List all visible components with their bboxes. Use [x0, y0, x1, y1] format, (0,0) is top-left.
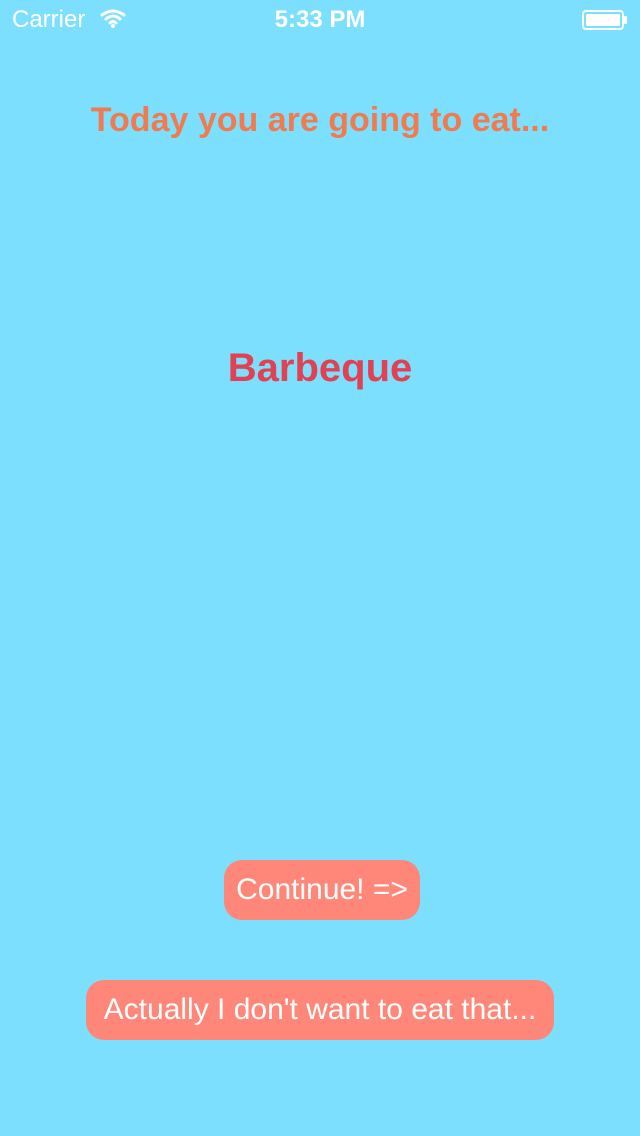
status-bar: Carrier 5:33 PM: [0, 0, 640, 40]
reject-food-button[interactable]: Actually I don't want to eat that...: [86, 980, 554, 1040]
continue-button[interactable]: Continue! =>: [224, 860, 420, 920]
food-name: Barbeque: [227, 346, 413, 390]
eat-prompt-title: Today you are going to eat...: [90, 101, 550, 139]
battery-icon: [582, 10, 627, 30]
status-time: 5:33 PM: [274, 6, 366, 33]
